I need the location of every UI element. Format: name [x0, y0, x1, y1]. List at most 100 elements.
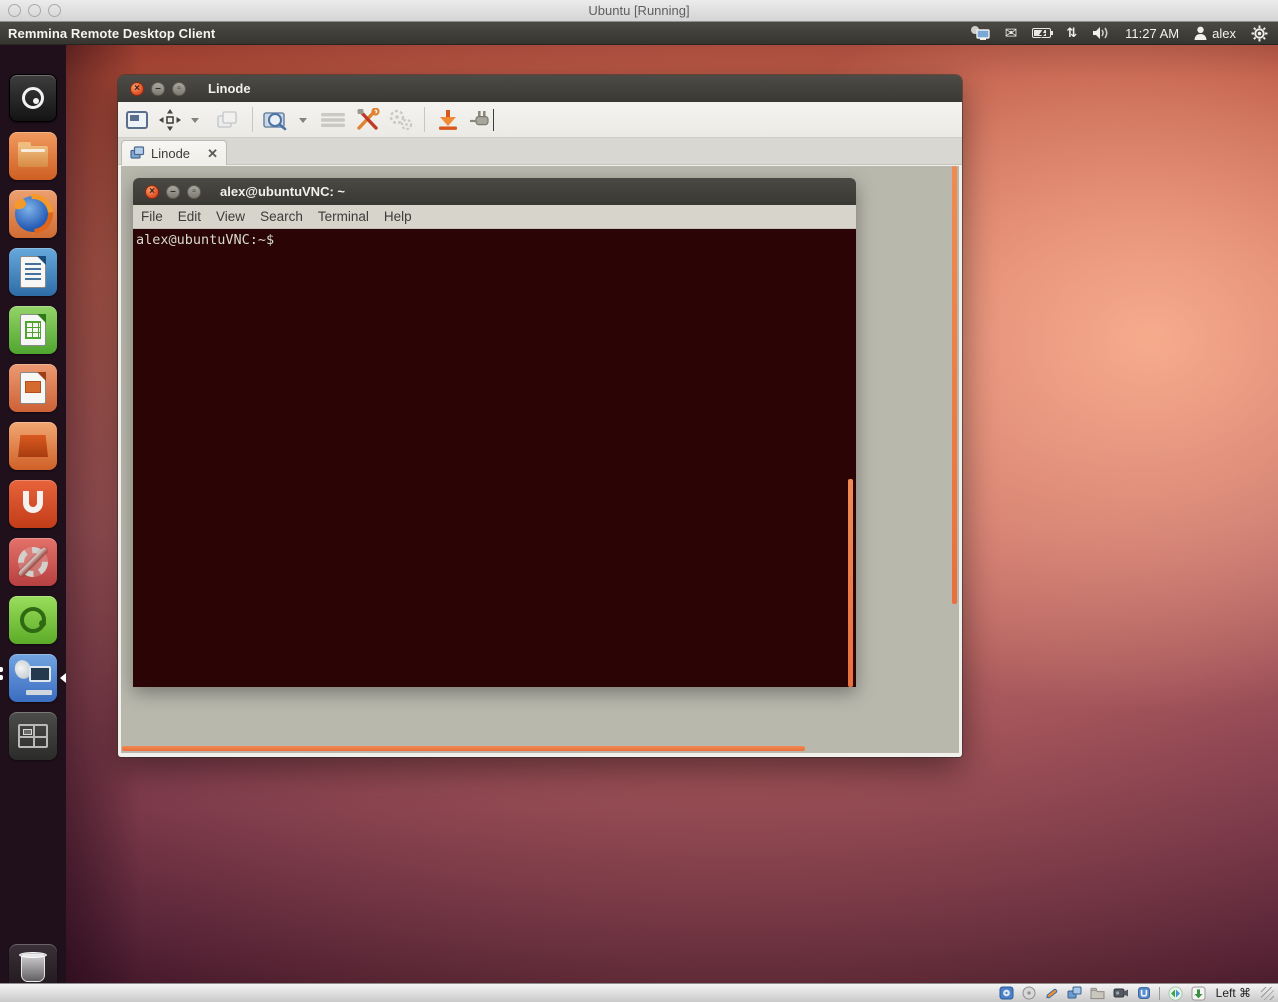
- close-button[interactable]: ×: [145, 185, 159, 199]
- toolbar-separator: [424, 107, 425, 132]
- remmina-window-title: Linode: [208, 81, 251, 96]
- trash-icon: [21, 954, 45, 982]
- user-menu[interactable]: alex: [1194, 26, 1236, 41]
- preferences-gears-icon[interactable]: [388, 108, 414, 137]
- running-indicator-pip: [0, 675, 3, 680]
- video-capture-icon[interactable]: [1113, 986, 1129, 1001]
- launcher-item-dash[interactable]: [9, 74, 57, 122]
- connection-tab-icon: [130, 146, 145, 160]
- panel-tray: ✉ ⇅ 11:27 AM: [970, 24, 1278, 42]
- viewport-horizontal-scrollbar[interactable]: [122, 746, 805, 751]
- clock[interactable]: 11:27 AM: [1125, 26, 1179, 41]
- network-icon[interactable]: [1067, 986, 1082, 1001]
- impress-presentation-icon: [20, 372, 46, 404]
- vbox-statusbar: Left ⌘: [0, 983, 1278, 1002]
- close-button[interactable]: ×: [130, 82, 144, 96]
- duplicate-connection-icon[interactable]: [215, 108, 239, 137]
- terminal-window: × – ▫ alex@ubuntuVNC: ~ File Edit View S…: [133, 178, 856, 687]
- username: alex: [1212, 26, 1236, 41]
- terminal-prompt: alex@ubuntuVNC:~$: [133, 229, 856, 251]
- launcher-item-system-settings[interactable]: [9, 538, 57, 586]
- shared-folders-icon[interactable]: [1090, 986, 1105, 1001]
- menu-file[interactable]: File: [141, 209, 163, 224]
- launcher-item-impress[interactable]: [9, 364, 57, 412]
- battery-icon[interactable]: [1032, 24, 1051, 42]
- menu-search[interactable]: Search: [260, 209, 303, 224]
- zoom-icon[interactable]: [262, 108, 288, 137]
- launcher-item-calc[interactable]: [9, 306, 57, 354]
- host-key-label: Left ⌘: [1214, 986, 1253, 1000]
- folder-icon: [18, 146, 48, 167]
- menu-terminal[interactable]: Terminal: [318, 209, 369, 224]
- terminal-menubar: File Edit View Search Terminal Help: [133, 205, 856, 229]
- session-gear-icon[interactable]: [1251, 24, 1268, 42]
- launcher-item-ubuntu-one[interactable]: [9, 480, 57, 528]
- terminal-content[interactable]: alex@ubuntuVNC:~$: [133, 229, 856, 687]
- remmina-tabbar: Linode ✕: [118, 138, 962, 165]
- toolbar-separator: [252, 107, 253, 132]
- fullscreen-icon[interactable]: [125, 108, 149, 137]
- resize-grip[interactable]: [1261, 987, 1274, 1000]
- tab-close-icon[interactable]: ✕: [207, 147, 218, 160]
- menu-help[interactable]: Help: [384, 209, 412, 224]
- fit-window-icon[interactable]: [158, 108, 182, 137]
- updater-icon: [20, 607, 46, 633]
- text-cursor-bar: [493, 109, 494, 131]
- keyboard-icon: [26, 690, 52, 695]
- writer-document-icon: [20, 256, 46, 288]
- zoom-dropdown-icon[interactable]: [299, 118, 307, 123]
- user-icon: [1194, 26, 1207, 40]
- terminal-titlebar[interactable]: × – ▫ alex@ubuntuVNC: ~: [133, 178, 856, 205]
- tab-label: Linode: [151, 146, 190, 161]
- remote-desktop-viewport[interactable]: × – ▫ alex@ubuntuVNC: ~ File Edit View S…: [121, 166, 959, 753]
- ubuntu-one-icon: [23, 491, 43, 513]
- launcher-item-workspace-switcher[interactable]: [9, 712, 57, 760]
- maximize-button[interactable]: ▫: [172, 82, 186, 96]
- screenshot-icon[interactable]: [436, 108, 460, 137]
- mail-icon[interactable]: ✉: [1005, 24, 1018, 42]
- keyboard-grab-icon[interactable]: [320, 112, 346, 133]
- ubuntu-top-panel: Remmina Remote Desktop Client ✉: [0, 22, 1278, 45]
- disconnect-plug-icon[interactable]: [468, 108, 492, 137]
- launcher-item-files[interactable]: [9, 132, 57, 180]
- remmina-indicator-icon[interactable]: [970, 24, 990, 42]
- optical-drive-icon[interactable]: [1022, 986, 1036, 1001]
- terminal-scrollbar[interactable]: [848, 479, 853, 687]
- macos-titlebar: Ubuntu [Running]: [0, 0, 1278, 22]
- tab-linode[interactable]: Linode ✕: [121, 140, 227, 165]
- focused-app-arrow: [60, 673, 66, 683]
- menu-view[interactable]: View: [216, 209, 245, 224]
- minimize-button[interactable]: –: [166, 185, 180, 199]
- unity-launcher: [0, 45, 66, 983]
- hdd-icon[interactable]: [999, 986, 1014, 1001]
- firefox-icon: [15, 196, 51, 232]
- network-traffic-icon[interactable]: ⇅: [1066, 24, 1077, 42]
- vm-screen: Remmina Remote Desktop Client ✉: [0, 22, 1278, 983]
- launcher-item-trash[interactable]: [9, 944, 57, 983]
- mouse-integration-icon[interactable]: [1168, 986, 1183, 1001]
- volume-icon[interactable]: [1092, 24, 1110, 42]
- workspace-grid-icon: [18, 724, 48, 748]
- monitor-icon: [29, 666, 51, 682]
- audio-icon[interactable]: [1044, 986, 1059, 1001]
- remmina-toolbar: [118, 102, 962, 138]
- keyboard-capture-icon[interactable]: [1191, 986, 1206, 1001]
- minimize-button[interactable]: –: [151, 82, 165, 96]
- launcher-item-remmina[interactable]: [9, 654, 57, 702]
- ubuntu-logo-icon: [22, 87, 44, 109]
- tools-icon[interactable]: [355, 108, 381, 137]
- screen: Ubuntu [Running] Remmina Remote Desktop …: [0, 0, 1278, 1002]
- maximize-button[interactable]: ▫: [187, 185, 201, 199]
- launcher-item-software-center[interactable]: [9, 422, 57, 470]
- calc-spreadsheet-icon: [20, 314, 46, 346]
- launcher-item-writer[interactable]: [9, 248, 57, 296]
- menu-edit[interactable]: Edit: [178, 209, 201, 224]
- features-chip-icon[interactable]: [1137, 986, 1151, 1001]
- launcher-item-firefox[interactable]: [9, 190, 57, 238]
- remmina-titlebar[interactable]: × – ▫ Linode: [118, 75, 962, 102]
- statusbar-separator: [1159, 987, 1160, 1000]
- launcher-item-software-updater[interactable]: [9, 596, 57, 644]
- fit-window-dropdown-icon[interactable]: [191, 118, 199, 123]
- viewport-vertical-scrollbar[interactable]: [952, 166, 957, 604]
- terminal-window-title: alex@ubuntuVNC: ~: [220, 184, 345, 199]
